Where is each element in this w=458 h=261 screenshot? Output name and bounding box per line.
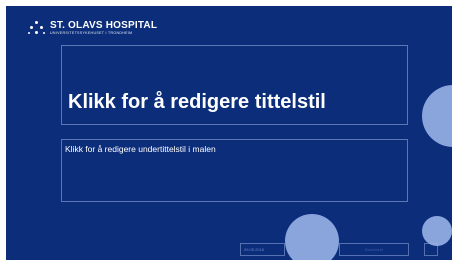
decorative-circle-right <box>422 85 452 147</box>
date-text: 09.05.2018 <box>244 247 265 252</box>
subtitle-text: Klikk for å redigere undertittelstil i m… <box>65 144 216 154</box>
slide-number-text: ‹#› <box>428 247 434 252</box>
title-placeholder[interactable]: Klikk for å redigere tittelstil <box>61 45 408 125</box>
subtitle-placeholder[interactable]: Klikk for å redigere undertittelstil i m… <box>61 139 408 202</box>
footer-placeholder[interactable]: Bunntekst <box>339 243 409 256</box>
slide-number-placeholder[interactable]: ‹#› <box>424 243 438 256</box>
logo-dots-icon <box>28 21 46 37</box>
hospital-logo: ST. OLAVS HOSPITAL UNIVERSITETSSYKEHUSET… <box>28 20 157 37</box>
date-placeholder[interactable]: 09.05.2018 <box>240 243 285 256</box>
decorative-circle-small <box>422 216 452 246</box>
title-text: Klikk for å redigere tittelstil <box>68 91 326 113</box>
decorative-circle-bottom <box>285 214 339 260</box>
logo-title: ST. OLAVS HOSPITAL <box>50 20 158 31</box>
slide-canvas[interactable]: ST. OLAVS HOSPITAL UNIVERSITETSSYKEHUSET… <box>6 6 452 260</box>
logo-subtitle: UNIVERSITETSSYKEHUSET I TRONDHEIM <box>50 31 133 35</box>
footer-text: Bunntekst <box>365 247 383 252</box>
